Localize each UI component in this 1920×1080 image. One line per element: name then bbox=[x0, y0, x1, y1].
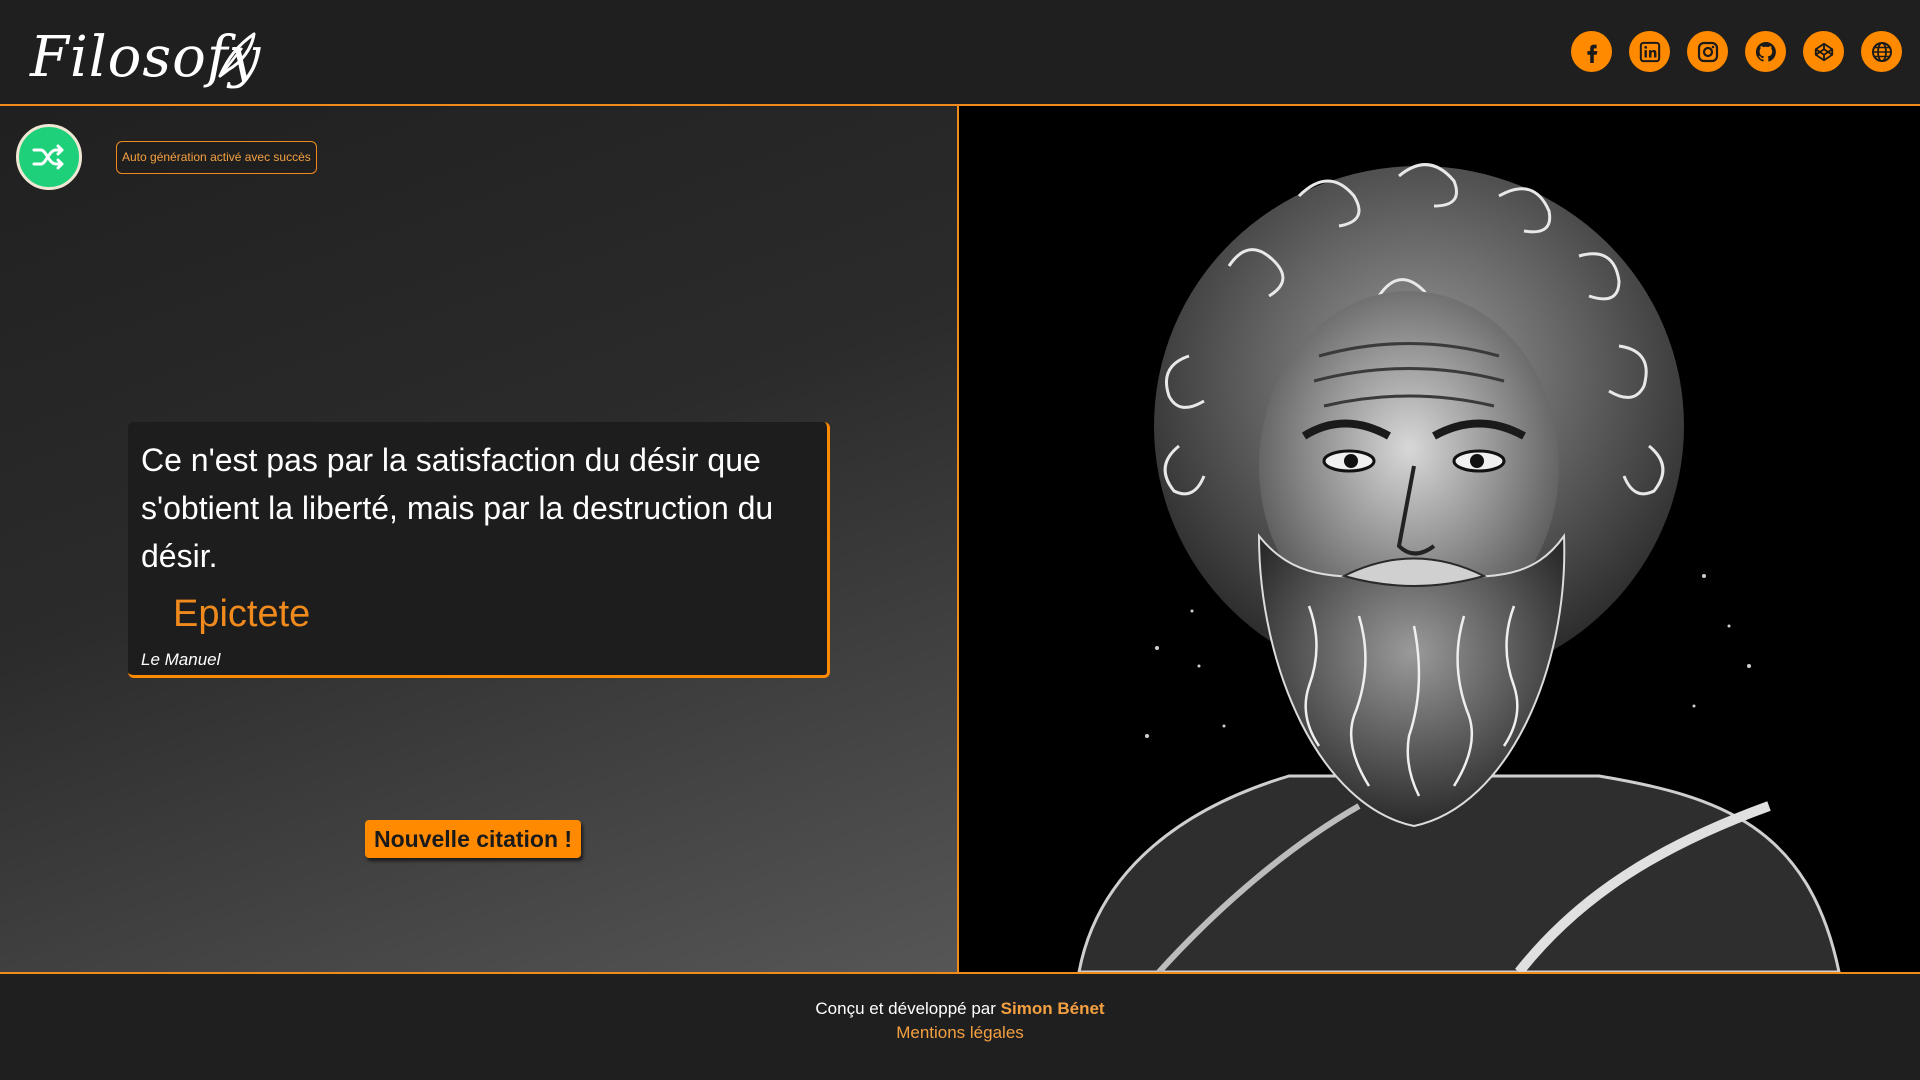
philosopher-portrait bbox=[959, 106, 1920, 972]
codepen-icon[interactable] bbox=[1803, 31, 1844, 72]
quote-author: Epictete bbox=[173, 593, 311, 635]
footer-credit: Conçu et développé par Simon Bénet bbox=[0, 997, 1920, 1021]
status-toast: Auto génération activé avec succès bbox=[116, 141, 317, 174]
quill-icon bbox=[218, 32, 256, 78]
shuffle-icon bbox=[32, 144, 64, 170]
shuffle-button[interactable] bbox=[16, 124, 82, 190]
quote-text: Ce n'est pas par la satisfaction du dési… bbox=[141, 442, 774, 574]
quote-card: Ce n'est pas par la satisfaction du dési… bbox=[128, 422, 830, 678]
github-icon[interactable] bbox=[1745, 31, 1786, 72]
site-header: Filosofy bbox=[0, 0, 1920, 106]
social-links bbox=[1571, 31, 1902, 72]
instagram-icon[interactable] bbox=[1687, 31, 1728, 72]
site-footer: Conçu et développé par Simon Bénet Menti… bbox=[0, 972, 1920, 1080]
philosopher-illustration bbox=[1077, 163, 1841, 972]
quote-source: Le Manuel bbox=[141, 650, 221, 669]
credit-prefix: Conçu et développé par bbox=[815, 999, 996, 1018]
linkedin-icon[interactable] bbox=[1629, 31, 1670, 72]
facebook-icon[interactable] bbox=[1571, 31, 1612, 72]
legal-notice-link[interactable]: Mentions légales bbox=[0, 1021, 1920, 1045]
credit-author-link[interactable]: Simon Bénet bbox=[1001, 999, 1105, 1018]
new-quote-button[interactable]: Nouvelle citation ! bbox=[365, 820, 582, 858]
quote-panel: Auto génération activé avec succès Ce n'… bbox=[0, 106, 959, 972]
globe-icon[interactable] bbox=[1861, 31, 1902, 72]
